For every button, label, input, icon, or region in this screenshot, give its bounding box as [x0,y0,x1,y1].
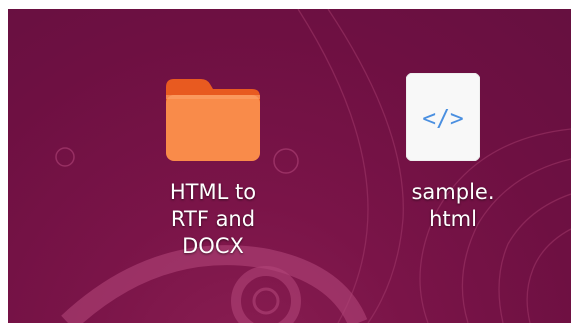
code-glyph: </> [422,106,464,132]
folder-icon [166,79,260,161]
file-label[interactable]: sample. html [373,179,533,233]
html-file-icon: </> [405,72,481,162]
desktop[interactable]: </> HTML to RTF and DOCX sample. html [8,9,571,323]
folder-icon-button[interactable] [163,73,263,168]
wallpaper-background [55,9,571,323]
folder-label[interactable]: HTML to RTF and DOCX [128,179,298,260]
html-file-icon-button[interactable]: </> [405,72,481,166]
